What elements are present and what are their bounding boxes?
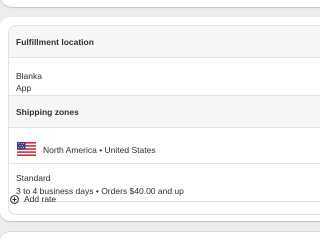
location-card: Fulfillment location Blanka App Shipping… <box>0 17 320 221</box>
fulfillment-location-title: Fulfillment location <box>16 37 94 47</box>
previous-card <box>0 0 320 7</box>
rate-name: Standard <box>16 173 51 183</box>
divider <box>9 163 320 164</box>
divider <box>9 127 320 128</box>
next-card <box>0 232 320 252</box>
fulfillment-panel: Fulfillment location Blanka App Shipping… <box>8 25 320 215</box>
plus-circle-icon <box>10 194 19 204</box>
add-rate-label: Add rate <box>24 194 57 204</box>
location-name: Blanka <box>16 71 42 81</box>
location-type: App <box>16 83 32 93</box>
divider <box>9 57 320 58</box>
shipping-zones-title: Shipping zones <box>16 107 79 117</box>
shipping-zone-label: North America • United States <box>43 145 156 155</box>
add-rate-button[interactable]: Add rate <box>10 193 56 205</box>
shipping-zones-header: Shipping zones <box>9 96 320 127</box>
fulfillment-location-header: Fulfillment location <box>9 26 320 57</box>
us-flag-icon <box>17 142 36 156</box>
